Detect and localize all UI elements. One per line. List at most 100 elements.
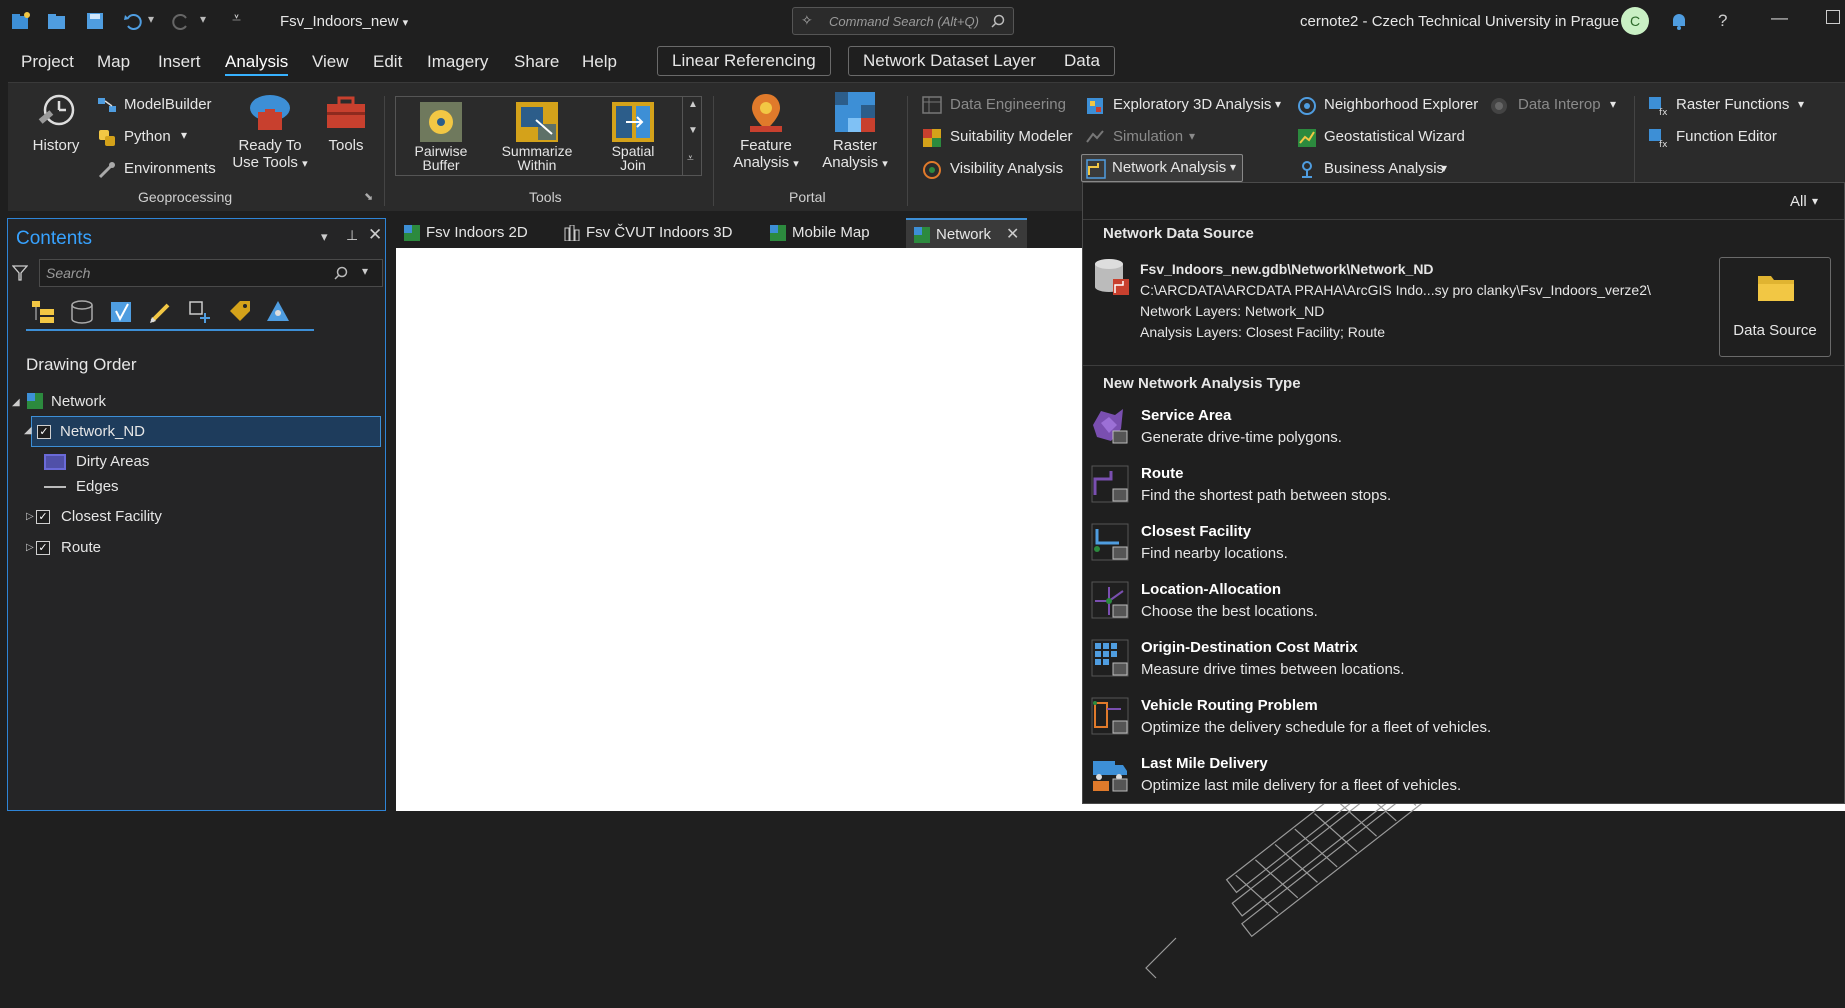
- tree-item-dirty-areas[interactable]: Dirty Areas: [76, 453, 149, 470]
- ribbon-separator: [713, 96, 714, 206]
- od-cost-matrix-title: Origin-Destination Cost Matrix: [1141, 639, 1358, 656]
- analysis-type-route[interactable]: Route Find the shortest path between sto…: [1083, 461, 1844, 511]
- scene-icon: [564, 225, 580, 241]
- tree-item-route[interactable]: Route: [61, 539, 101, 556]
- search-icon[interactable]: [334, 266, 348, 280]
- gallery-scroll-up-icon[interactable]: ▲: [688, 99, 698, 110]
- analysis-type-location-allocation[interactable]: Location-Allocation Choose the best loca…: [1083, 577, 1844, 627]
- undo-icon[interactable]: [122, 10, 144, 32]
- expand-network-icon[interactable]: ◢: [12, 397, 20, 408]
- dialog-launcher-icon[interactable]: ⬊: [364, 190, 373, 203]
- sparkle-icon: ✧: [801, 12, 813, 28]
- gallery-scroll-down-icon[interactable]: ▼: [688, 125, 698, 136]
- view-tab-fsv-cvut-indoors-3d[interactable]: Fsv ČVUT Indoors 3D: [556, 218, 744, 248]
- pairwise-buffer-button[interactable]: Pairwise Buffer: [404, 99, 478, 173]
- data-source-button[interactable]: Data Source: [1719, 257, 1831, 357]
- notification-bell-icon[interactable]: [1668, 10, 1690, 32]
- list-by-editing-icon[interactable]: [148, 299, 174, 325]
- tab-insert[interactable]: Insert: [158, 52, 201, 72]
- expand-closest-facility-icon[interactable]: ▷: [26, 511, 34, 522]
- tab-share[interactable]: Share: [514, 52, 559, 72]
- tab-map[interactable]: Map: [97, 52, 130, 72]
- command-search[interactable]: ✧ Command Search (Alt+Q): [792, 7, 1014, 35]
- tab-help[interactable]: Help: [582, 52, 617, 72]
- tree-item-network-map[interactable]: Network: [51, 393, 106, 410]
- list-by-data-source-icon[interactable]: [69, 299, 95, 325]
- analysis-type-service-area[interactable]: Service Area Generate drive-time polygon…: [1083, 403, 1844, 453]
- list-by-selection-icon[interactable]: [108, 299, 134, 325]
- spatial-join-button[interactable]: Spatial Join: [596, 99, 670, 173]
- open-project-icon[interactable]: [46, 10, 68, 32]
- search-icon[interactable]: [991, 14, 1005, 28]
- tab-linear-referencing[interactable]: Linear Referencing: [657, 46, 831, 76]
- signed-in-user[interactable]: cernote2 - Czech Technical University in…: [1300, 13, 1619, 30]
- analysis-type-od-cost-matrix[interactable]: Origin-Destination Cost Matrix Measure d…: [1083, 635, 1844, 685]
- minimize-button[interactable]: —: [1771, 8, 1788, 28]
- undo-dropdown-icon[interactable]: ▾: [148, 12, 154, 26]
- list-by-snapping-icon[interactable]: [187, 299, 213, 325]
- close-tab-icon[interactable]: ✕: [1006, 220, 1019, 250]
- contents-search-placeholder: Search: [46, 265, 91, 281]
- gallery-expand-icon[interactable]: ⩡: [687, 151, 694, 166]
- tab-analysis[interactable]: Analysis: [225, 52, 289, 76]
- restore-button[interactable]: [1826, 10, 1840, 24]
- summarize-within-button[interactable]: Summarize Within: [496, 99, 578, 173]
- analysis-type-closest-facility[interactable]: Closest Facility Find nearby locations.: [1083, 519, 1844, 569]
- chevron-down-icon: ▾: [882, 158, 888, 170]
- expand-network-nd-icon[interactable]: ◢: [24, 425, 32, 436]
- tab-edit[interactable]: Edit: [373, 52, 402, 72]
- business-analysis-icon: [1302, 161, 1312, 178]
- view-tab-network[interactable]: Network ✕: [906, 218, 1028, 250]
- pane-options-chevron-icon[interactable]: ▾: [321, 229, 328, 245]
- view-tab-fsv-indoors-2d[interactable]: Fsv Indoors 2D: [396, 218, 540, 248]
- tree-item-closest-facility[interactable]: Closest Facility: [61, 508, 162, 525]
- tree-item-edges[interactable]: Edges: [76, 478, 119, 495]
- ready-to-use-tools-button[interactable]: Ready To Use Tools ▾: [225, 92, 315, 174]
- analysis-type-last-mile-delivery[interactable]: Last Mile Delivery Optimize last mile de…: [1083, 751, 1844, 801]
- list-by-labeling-icon[interactable]: [226, 299, 252, 325]
- exploratory-3d-icon: [1087, 98, 1103, 114]
- suitability-modeler-label: Suitability Modeler: [950, 128, 1073, 145]
- help-button[interactable]: ?: [1718, 11, 1727, 31]
- feature-analysis-button[interactable]: Feature Analysis ▾: [728, 92, 804, 174]
- tab-network-dataset-layer[interactable]: Network Dataset Layer: [848, 46, 1050, 76]
- history-button[interactable]: History: [30, 92, 82, 158]
- location-allocation-description: Choose the best locations.: [1141, 603, 1318, 620]
- list-by-drawing-order-icon[interactable]: [30, 299, 56, 325]
- customize-quick-access-icon[interactable]: ⩡: [232, 10, 241, 28]
- view-tab-mobile-map[interactable]: Mobile Map: [762, 218, 882, 248]
- analysis-type-vehicle-routing-problem[interactable]: Vehicle Routing Problem Optimize the del…: [1083, 693, 1844, 743]
- route-icon: [1091, 465, 1129, 503]
- network-nd-label: Network_ND: [60, 423, 146, 440]
- tab-imagery[interactable]: Imagery: [427, 52, 488, 72]
- network-analysis-icon: [1086, 159, 1106, 179]
- network-dataset-icon: [1095, 259, 1129, 295]
- search-options-chevron-icon[interactable]: ▾: [362, 264, 368, 278]
- tools-button[interactable]: Tools: [320, 92, 372, 158]
- tree-item-network-nd[interactable]: ◢ ✓ Network_ND: [24, 416, 381, 447]
- raster-analysis-button[interactable]: Raster Analysis ▾: [817, 92, 893, 174]
- view-tab-label: Network: [936, 226, 992, 243]
- new-project-icon[interactable]: [10, 10, 32, 32]
- close-icon[interactable]: ✕: [368, 225, 382, 245]
- project-name-menu[interactable]: Fsv_Indoors_new ▾: [280, 13, 408, 30]
- tab-view[interactable]: View: [312, 52, 349, 72]
- save-project-icon[interactable]: [84, 10, 106, 32]
- contents-search-input[interactable]: Search ▾: [39, 259, 383, 287]
- list-by-perspective-imagery-icon[interactable]: [265, 299, 291, 325]
- network-nd-visibility-checkbox[interactable]: ✓: [37, 425, 51, 439]
- filter-icon[interactable]: [12, 265, 28, 281]
- network-analysis-gallery: All ▾ Network Data Source Fsv_Indoors_ne…: [1082, 182, 1845, 804]
- tab-project[interactable]: Project: [21, 52, 74, 72]
- expand-route-icon[interactable]: ▷: [26, 542, 34, 553]
- chevron-down-icon: ▾: [1610, 97, 1617, 111]
- closest-facility-visibility-checkbox[interactable]: ✓: [36, 510, 50, 524]
- pin-icon[interactable]: ⊥: [346, 227, 358, 244]
- avatar[interactable]: C: [1621, 7, 1649, 35]
- tab-data[interactable]: Data: [1050, 46, 1115, 76]
- redo-dropdown-icon[interactable]: ▾: [200, 12, 206, 26]
- route-visibility-checkbox[interactable]: ✓: [36, 541, 50, 555]
- network-analysis-button[interactable]: Network Analysis ▾: [1081, 154, 1243, 182]
- history-icon: [38, 94, 75, 126]
- tools-group-label: Tools: [529, 189, 562, 205]
